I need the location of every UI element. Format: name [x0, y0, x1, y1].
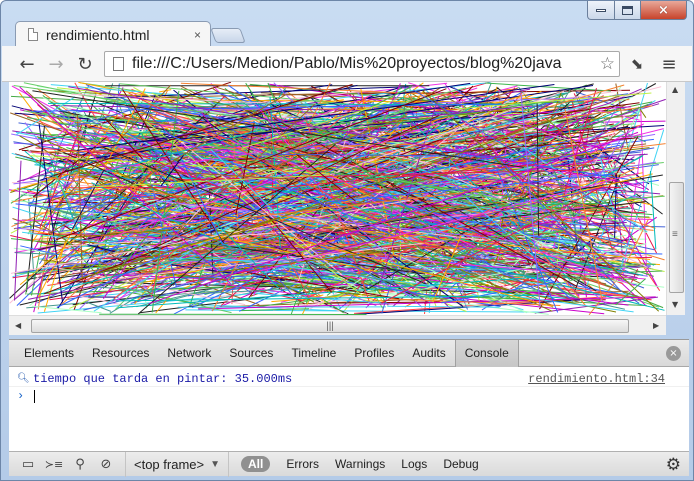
- filter-errors[interactable]: Errors: [286, 457, 319, 471]
- prompt-chevron-icon: ›: [17, 389, 25, 403]
- text-caret: [34, 389, 36, 403]
- drawn-line: [650, 170, 657, 250]
- tab-sources[interactable]: Sources: [220, 340, 282, 367]
- drawn-line: [640, 105, 648, 276]
- filter-all[interactable]: All: [241, 456, 271, 472]
- extension-icon[interactable]: ⬊: [626, 53, 648, 75]
- dock-icon[interactable]: ▭: [15, 452, 41, 477]
- toolbar: ← → ↻ file:///C:/Users/Medion/Pablo/Mis%…: [2, 46, 692, 82]
- scroll-down-icon[interactable]: ▼: [672, 300, 678, 309]
- log-message: tiempo que tarda en pintar: 35.000ms: [33, 371, 293, 386]
- minimize-button[interactable]: [587, 1, 615, 20]
- vertical-scrollbar[interactable]: ▲ ≡ ▼: [666, 82, 685, 315]
- chevron-down-icon: ▼: [210, 458, 221, 470]
- devtools-panel: Elements Resources Network Sources Timel…: [9, 339, 689, 477]
- tab-network[interactable]: Network: [158, 340, 220, 367]
- tab-title: rendimiento.html: [46, 26, 150, 43]
- tab-audits[interactable]: Audits: [403, 340, 454, 367]
- frame-selector[interactable]: <top frame> ▼: [125, 451, 230, 477]
- forward-button[interactable]: →: [45, 53, 67, 75]
- url-text[interactable]: file:///C:/Users/Medion/Pablo/Mis%20proy…: [132, 55, 596, 73]
- grip-icon: ≡: [672, 229, 678, 240]
- maximize-icon: [622, 5, 633, 15]
- drawn-line: [185, 309, 543, 313]
- vertical-scroll-thumb[interactable]: ≡: [669, 182, 684, 293]
- frame-selector-label: <top frame>: [134, 456, 205, 472]
- back-button[interactable]: ←: [16, 53, 38, 75]
- drawn-line: [80, 295, 134, 308]
- search-icon[interactable]: ⚲: [67, 452, 93, 477]
- close-devtools-icon[interactable]: ×: [666, 346, 681, 361]
- minimize-icon: [596, 8, 606, 12]
- tab-close-icon[interactable]: ×: [194, 28, 201, 42]
- tab-resources[interactable]: Resources: [83, 340, 158, 367]
- new-tab-button[interactable]: [210, 28, 246, 43]
- tab-profiles[interactable]: Profiles: [345, 340, 403, 367]
- magnifier-icon: 🔍︎: [17, 373, 30, 384]
- tab-timeline[interactable]: Timeline: [282, 340, 345, 367]
- console-drawer-icon[interactable]: ≻≡: [41, 452, 67, 477]
- grip-icon: |||: [326, 320, 334, 332]
- menu-icon[interactable]: ≡: [658, 53, 680, 75]
- gear-icon[interactable]: ⚙: [666, 455, 681, 475]
- horizontal-scroll-thumb[interactable]: |||: [31, 319, 629, 333]
- devtools-tabs: Elements Resources Network Sources Timel…: [9, 339, 689, 367]
- horizontal-scrollbar[interactable]: ◀ ||| ▶: [9, 315, 666, 335]
- browser-tab[interactable]: rendimiento.html ×: [15, 21, 211, 47]
- bookmark-star-icon[interactable]: ☆: [600, 54, 615, 74]
- caption-buttons: ×: [587, 1, 687, 21]
- close-window-button[interactable]: ×: [641, 1, 687, 20]
- close-icon: ×: [658, 2, 669, 18]
- reload-button[interactable]: ↻: [74, 53, 96, 75]
- random-lines-canvas: [9, 82, 666, 315]
- filter-debug[interactable]: Debug: [443, 457, 478, 471]
- scroll-right-icon[interactable]: ▶: [653, 321, 659, 330]
- console-log-entry: 🔍︎ tiempo que tarda en pintar: 35.000ms …: [9, 371, 689, 387]
- scroll-left-icon[interactable]: ◀: [15, 321, 21, 330]
- filter-warnings[interactable]: Warnings: [335, 457, 385, 471]
- console-output[interactable]: 🔍︎ tiempo que tarda en pintar: 35.000ms …: [9, 367, 689, 451]
- browser-window: × rendimiento.html × ← → ↻ file:///C:/Us…: [0, 0, 694, 481]
- log-source-link[interactable]: rendimiento.html:34: [528, 372, 665, 386]
- page-viewport: [9, 82, 666, 315]
- maximize-button[interactable]: [615, 1, 641, 20]
- devtools-status-bar: ▭ ≻≡ ⚲ ⊘ <top frame> ▼ All Errors Warnin…: [9, 451, 689, 477]
- clear-console-icon[interactable]: ⊘: [93, 452, 119, 477]
- tab-elements[interactable]: Elements: [15, 340, 83, 367]
- document-icon: [113, 57, 124, 71]
- scroll-up-icon[interactable]: ▲: [672, 85, 678, 94]
- drawn-line: [31, 305, 102, 314]
- address-bar[interactable]: file:///C:/Users/Medion/Pablo/Mis%20proy…: [104, 51, 620, 77]
- filter-logs[interactable]: Logs: [401, 457, 427, 471]
- page-icon: [28, 28, 38, 41]
- tab-console[interactable]: Console: [454, 339, 519, 367]
- console-prompt[interactable]: ›: [9, 387, 689, 405]
